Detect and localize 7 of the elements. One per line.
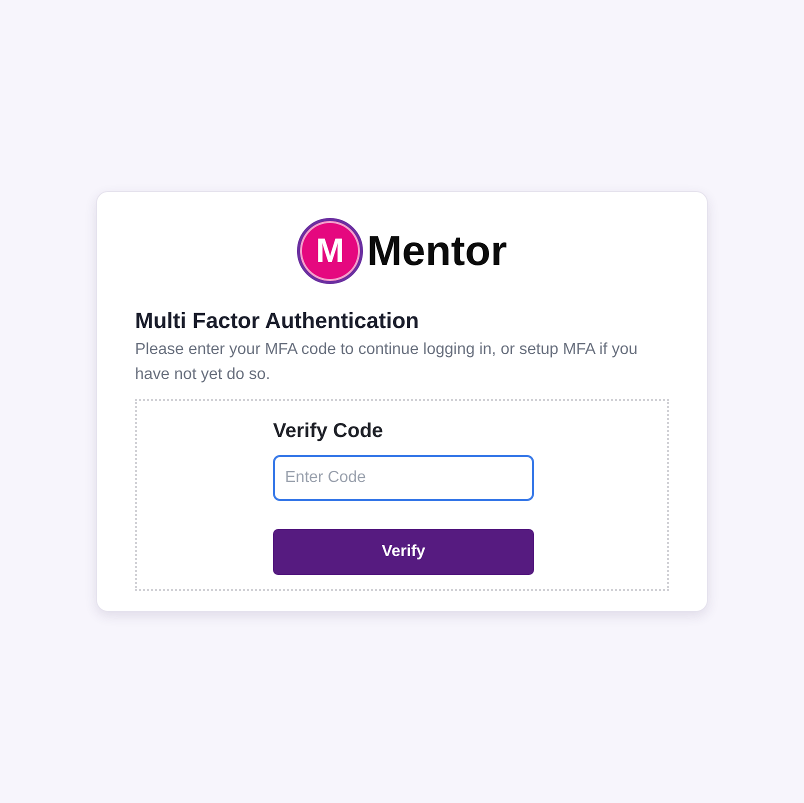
verify-heading: Verify Code xyxy=(273,418,384,443)
logo-text: Mentor xyxy=(367,230,507,272)
code-input-field[interactable]: Enter Code xyxy=(273,454,534,501)
page-heading: Multi Factor Authentication xyxy=(135,308,420,335)
verify-button[interactable]: Verify xyxy=(273,528,534,575)
logo-mark: M xyxy=(297,218,363,284)
description-text: Please enter your MFA code to continue logging in, or setup MFA if you have not yet do so. xyxy=(135,340,639,385)
